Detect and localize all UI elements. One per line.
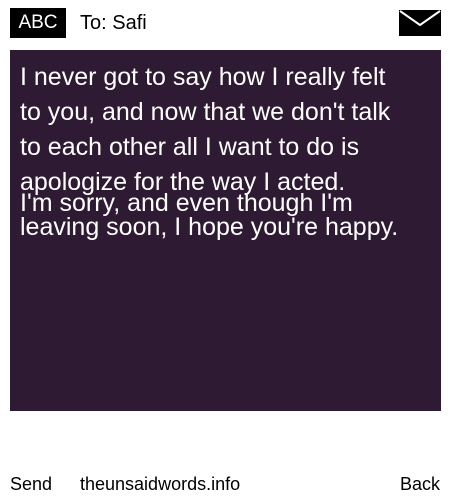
back-button[interactable]: Back: [400, 473, 440, 495]
site-link[interactable]: theunsaidwords.info: [80, 473, 240, 495]
recipient-label: To: Safi: [80, 12, 147, 34]
message-line: to you, and now that we don't talk: [20, 98, 391, 126]
send-button[interactable]: Send: [10, 473, 52, 495]
envelope-icon[interactable]: [399, 10, 441, 36]
input-mode-badge[interactable]: ABC: [10, 8, 66, 38]
message-panel[interactable]: I never got to say how I really felt to …: [10, 50, 441, 411]
message-line: I never got to say how I really felt: [20, 63, 386, 91]
message-line: to each other all I want to do is: [20, 133, 360, 161]
message-line: I'm sorry, and even though I'm: [20, 189, 353, 217]
message-text-overlap: I'm sorry, and even though I'm leaving s…: [20, 189, 435, 241]
message-text: I never got to say how I really felt to …: [20, 60, 435, 200]
message-line: leaving soon, I hope you're happy.: [20, 213, 399, 241]
